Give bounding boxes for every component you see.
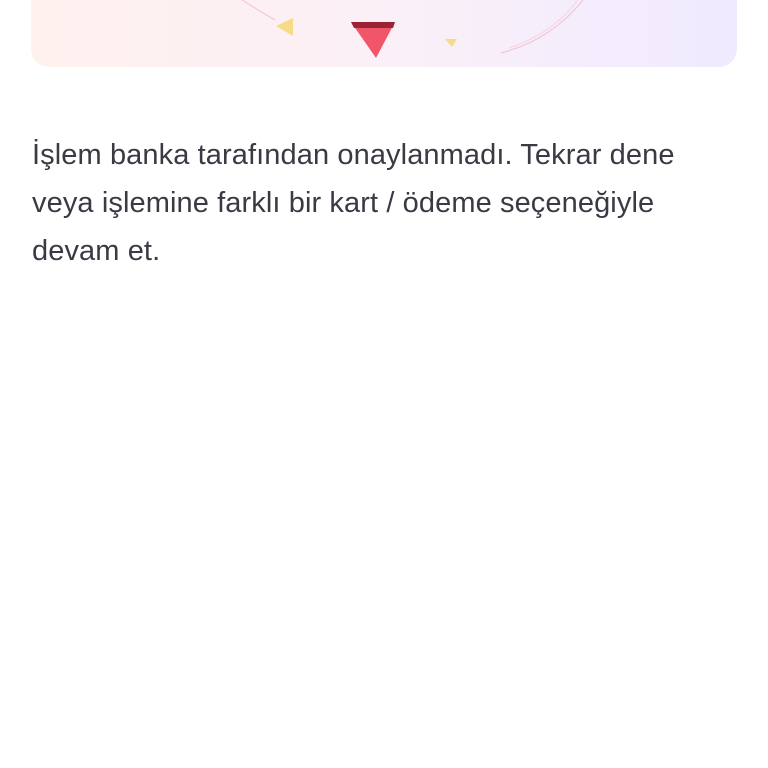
hero-illustration-card [31, 0, 737, 67]
decorative-arc-left [241, 0, 276, 21]
decorative-arc-right-2 [508, 0, 579, 49]
small-yellow-triangle-icon [445, 39, 457, 47]
confetti-illustration [241, 0, 584, 58]
yellow-triangle-icon [276, 18, 293, 36]
decorative-arc-right [500, 0, 584, 54]
red-triangle-shadow [351, 22, 395, 28]
error-message: İşlem banka tarafından onaylanmadı. Tekr… [32, 139, 675, 267]
error-screen: İşlem banka tarafından onaylanmadı. Tekr… [0, 0, 768, 768]
